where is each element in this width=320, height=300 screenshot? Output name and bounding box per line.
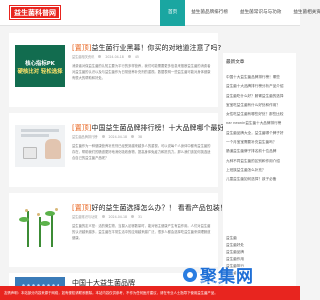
eye-icon [127, 55, 131, 58]
post-title-text[interactable]: 益生菌行业黑幕！你买的对地道注意了吗? [91, 44, 221, 52]
thumbnail-subline: 硬核比对 轻松选择 [17, 69, 63, 75]
eye-icon [131, 135, 135, 138]
list-item[interactable]: 肠道益生菌牌子排名前十位品牌 [226, 147, 295, 156]
list-item[interactable]: 上班族益生菌怎么补充？ [226, 166, 295, 175]
post-date: 2024-04-18 [105, 54, 124, 59]
post-meta: 益生菌相关资讯 2024-04-18 45 [72, 54, 139, 60]
pinned-tag: [置顶] [72, 204, 92, 212]
list-item[interactable]: 益生菌 [226, 235, 244, 242]
thumb-decor [45, 211, 55, 216]
sidebar-title: 最新文章 [226, 60, 245, 65]
post-category[interactable]: 益生菌相关资讯 [72, 54, 94, 59]
post-views: 45 [134, 54, 139, 59]
clock-icon [98, 55, 102, 58]
thumb-decor [25, 209, 28, 212]
list-item[interactable]: nar neonin益生菌十大品牌排行榜 [226, 119, 295, 128]
thumb-decor [21, 134, 49, 137]
thumb-bottle [23, 147, 37, 159]
post-category[interactable]: 益生菌品牌排行榜 [72, 134, 98, 139]
top-header: 益生菌科普网 首页 益生菌品牌排行榜 益生菌常识与与功效 益生菌相关资讯 [0, 0, 320, 26]
post-title[interactable]: [置顶]好的益生菌选择怎么办？！ 看看产品包装！ [72, 203, 227, 213]
thumb-hand [45, 139, 61, 159]
nav-knowledge[interactable]: 益生菌常识与与功效 [234, 0, 287, 26]
post-title-text[interactable]: 好的益生菌选择怎么办？！ 看看产品包装！ [91, 204, 226, 212]
list-item[interactable]: 中国十大益生菌品牌排行榜！哪些 [226, 73, 295, 82]
post-excerpt: 益生菌的定义是：活的微生物，当摄入足够数量时，能对宿主健康产生有益作用。人们对益… [72, 224, 211, 240]
list-item[interactable]: 宝宝吃益生菌有什么好处和作用？ [226, 101, 295, 110]
post-meta: 益生菌品牌排行榜 2024-04-18 38 [72, 134, 143, 140]
thumb-decor [27, 211, 29, 247]
clock-icon [101, 215, 105, 218]
post-thumbnail[interactable]: 核心指标PK 硬核比对 轻松选择 [15, 45, 65, 87]
nav-brand-ranking[interactable]: 益生菌品牌排行榜 [185, 0, 234, 26]
watermark-subtext: jujiwang.com [200, 280, 223, 284]
list-item[interactable]: 九种不同益生菌的区别和作用介绍 [226, 157, 295, 166]
list-item[interactable]: 益生菌品牌 [226, 249, 244, 256]
thumb-decor [37, 213, 40, 216]
list-item[interactable]: 女性吃益生菌有哪些好处？那些比较 [226, 110, 295, 119]
thumb-decor [40, 221, 50, 226]
post-views: 31 [138, 214, 143, 219]
post-date: 2024-04-18 [108, 214, 128, 219]
list-item[interactable]: 益生菌十大品牌排行榜分析产品介绍 [226, 82, 295, 91]
post-title[interactable]: [置顶]中国益生菌品牌排行榜！十大品牌哪个最好? [72, 123, 228, 133]
list-item[interactable]: 益生菌吃什么好？肠胃益生菌的选择 [226, 92, 295, 101]
footer-notice-banner: 友情声明：本站部分内容来源于网络，如有侵权请联系删除。本站内容仅供参考，不作为任… [0, 286, 300, 300]
post-card[interactable]: [置顶]好的益生菌选择怎么办？！ 看看产品包装！ 益生菌常识与功效 2024-0… [9, 193, 227, 267]
post-card[interactable]: 核心指标PK 硬核比对 轻松选择 [置顶]益生菌行业黑幕！你买的对地道注意了吗?… [9, 33, 221, 107]
thumb-decor [51, 213, 53, 247]
site-logo[interactable]: 益生菌科普网 [10, 6, 60, 19]
nav-home[interactable]: 首页 [160, 0, 186, 26]
pinned-tag: [置顶] [72, 44, 92, 52]
post-excerpt: 益生菌作为一种健康营养补充剂已经受到越来越多人的重视。可以说每个人身体中都有益生… [72, 144, 211, 160]
post-excerpt: 消费者对保益生菌的认知主要为平行的多样营养，我们可能需要更多信息来推断益生菌的消… [72, 64, 211, 80]
clock-icon [101, 135, 105, 138]
post-title[interactable]: [置顶]益生菌行业黑幕！你买的对地道注意了吗? [72, 43, 221, 53]
post-views: 38 [138, 134, 143, 139]
post-thumbnail[interactable] [15, 125, 65, 167]
post-meta: 益生菌常识与功效 2024-04-18 31 [72, 214, 143, 220]
list-item[interactable]: 儿童益生菌如何选择？孩子必备 [226, 175, 295, 184]
pinned-tag: [置顶] [72, 124, 92, 132]
post-thumbnail[interactable] [15, 205, 65, 247]
thumb-decor [55, 208, 58, 211]
list-item[interactable]: 一个月宝宝需要补充益生菌吗？ [226, 138, 295, 147]
thumb-decor [19, 217, 29, 222]
main-nav: 首页 益生菌品牌排行榜 益生菌常识与与功效 益生菌相关资讯 [160, 0, 320, 26]
list-item[interactable]: 益生菌好处 [226, 242, 244, 249]
eye-icon [131, 215, 135, 218]
watermark-logo-icon [183, 267, 197, 282]
post-title-text[interactable]: 中国益生菌品牌排行榜！十大品牌哪个最好? [91, 124, 228, 132]
thumb-decor [21, 129, 59, 132]
list-item[interactable]: 益生菌品牌大全，益生菌哪个牌子好 [226, 129, 295, 138]
recent-posts-list: 中国十大益生菌品牌排行榜！哪些 益生菌十大品牌排行榜分析产品介绍 益生菌吃什么好… [226, 73, 295, 185]
post-date: 2024-04-18 [108, 134, 128, 139]
post-category[interactable]: 益生菌常识与功效 [72, 214, 98, 219]
nav-news[interactable]: 益生菌相关资讯 [287, 0, 320, 26]
thumbnail-headline: 核心指标PK [25, 61, 55, 67]
post-card[interactable]: [置顶]中国益生菌品牌排行榜！十大品牌哪个最好? 益生菌品牌排行榜 2024-0… [9, 113, 228, 187]
